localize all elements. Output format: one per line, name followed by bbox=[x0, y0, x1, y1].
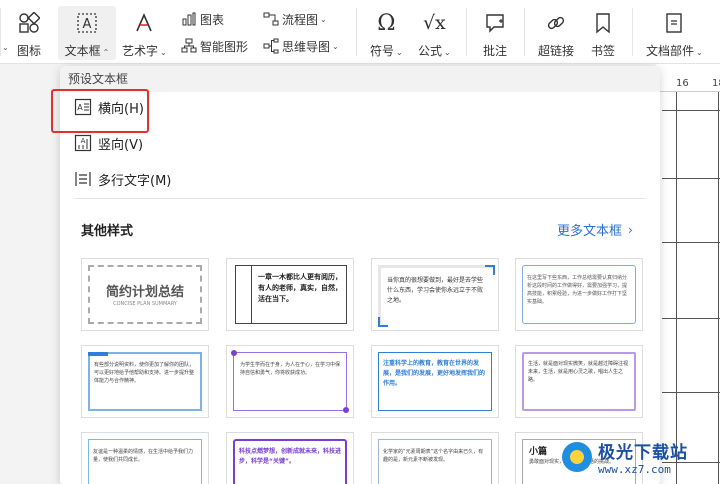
mindmap-button[interactable]: 思维导图 ⌄ bbox=[262, 37, 339, 55]
watermark: 极光下载站 www.xz7.com bbox=[562, 438, 688, 476]
chevron-up-icon: ⌃ bbox=[102, 48, 110, 57]
formula-label: 公式 bbox=[418, 44, 443, 58]
thumbnail-subtitle: CONCISE PLAN SUMMARY bbox=[113, 301, 177, 307]
menu-item-vertical[interactable]: A 竖向(V) bbox=[74, 130, 143, 156]
icon-button-label: 图标 bbox=[16, 44, 41, 58]
more-textboxes-label: 更多文本框 bbox=[557, 224, 623, 239]
bookmark-label: 书签 bbox=[590, 44, 615, 58]
chart-button[interactable]: 图表 bbox=[180, 10, 224, 28]
textbox-style-thumbnail[interactable]: 在这里写下些东西，工作总结需要认真归纳分析这段时间的工作做得好，需要加强学习，提… bbox=[515, 258, 643, 331]
thumbnail-text: 生活，就是面对现实微笑，就是越过障碍注视未来，生活，就是用心灵之歌，唱出人生之路… bbox=[528, 361, 629, 383]
thumbnail-text: 当你真的很想要做到，最好是去学些什么东西，学习会使你永远立于不败之地。 bbox=[387, 277, 484, 304]
document-page[interactable] bbox=[656, 92, 720, 484]
chevron-down-icon: ⌄ bbox=[2, 43, 9, 52]
textbox-style-thumbnail[interactable]: 友谊是一种温柔的情感，在生活中给予我们力量，使我们共同成长。 bbox=[81, 432, 209, 484]
ruler-mark: 16 bbox=[676, 78, 689, 89]
omega-icon: Ω bbox=[377, 10, 396, 36]
more-textboxes-link[interactable]: 更多文本框 › bbox=[557, 220, 633, 240]
chevron-down-icon: ⌄ bbox=[320, 14, 327, 24]
chevron-down-icon: ⌄ bbox=[332, 41, 339, 51]
textbox-style-thumbnail[interactable]: 当你真的很想要做到，最好是去学些什么东西，学习会使你永远立于不败之地。 bbox=[371, 258, 499, 331]
textbox-button[interactable]: A 文本框 ⌃ bbox=[58, 6, 116, 60]
vertical-textbox-icon: A bbox=[74, 134, 92, 152]
sqrt-icon: √x bbox=[422, 12, 446, 34]
watermark-url: www.xz7.com bbox=[598, 463, 671, 476]
ribbon-toolbar: 图标 ⌄ A 文本框 ⌃ 艺术字 ⌄ 图表 智能图形 流程图 ⌄ 思维导图 ⌄ Ω 符号… bbox=[0, 0, 720, 64]
docparts-button[interactable]: 文档部件 ⌄ bbox=[646, 10, 703, 59]
hyperlink-button[interactable]: 超链接 bbox=[538, 10, 574, 59]
textbox-style-thumbnail[interactable]: 一章一木都比人更有阅历，有人的老师，真实，自然，活在当下。 bbox=[226, 258, 354, 331]
textbox-style-thumbnail[interactable]: 化学家的“元素周期表”这个名字由来已久，有趣的是，新元素不断被发现。 bbox=[371, 432, 499, 484]
watermark-name: 极光下载站 bbox=[598, 443, 688, 463]
chart-label: 图表 bbox=[200, 12, 225, 27]
chart-icon bbox=[180, 10, 198, 28]
chevron-right-icon: › bbox=[628, 222, 633, 237]
symbol-label: 符号 bbox=[370, 44, 395, 58]
hyperlink-label: 超链接 bbox=[538, 44, 575, 58]
textbox-style-thumbnail[interactable]: 为学生学而在于身，为人在于心，在学习中保持自信和勇气，你将收获成功。 bbox=[226, 345, 354, 418]
formula-button[interactable]: √x 公式 ⌄ bbox=[418, 10, 451, 59]
menu-item-multiline[interactable]: 多行文字(M) bbox=[74, 166, 171, 192]
thumbnail-text: 有些部分说明资料，使你更加了解你的团队，可以更好地给予他帮助和支持。进一步提升整… bbox=[94, 362, 195, 384]
flowchart-label: 流程图 bbox=[282, 12, 319, 27]
textbox-dropdown-panel: 预设文本框 A 横向(H) A 竖向(V) 多行文字(M) 其他样式 更多文本框… bbox=[60, 66, 660, 484]
wordart-button[interactable]: 艺术字 ⌄ bbox=[122, 10, 167, 59]
watermark-logo-icon bbox=[562, 442, 592, 472]
svg-text:A: A bbox=[83, 17, 92, 32]
textbox-style-thumbnail[interactable]: 注重科学上的教育，教育在世界的发展，是我们的发展，更好地发挥我们的作用。 bbox=[371, 345, 499, 418]
bookmark-icon bbox=[590, 10, 616, 36]
menu-item-label: 多行文字(M) bbox=[98, 173, 172, 189]
flowchart-button[interactable]: 流程图 ⌄ bbox=[262, 10, 327, 28]
icon-library-icon bbox=[16, 10, 42, 36]
chevron-down-icon: ⌄ bbox=[160, 48, 167, 57]
other-styles-title: 其他样式 bbox=[81, 224, 134, 239]
wordart-label: 艺术字 bbox=[122, 44, 159, 58]
docparts-label: 文档部件 bbox=[646, 44, 695, 58]
divider bbox=[74, 198, 646, 199]
thumbnail-text: 在这里写下些东西，工作总结需要认真归纳分析这段时间的工作做得好，需要加强学习，提… bbox=[527, 275, 628, 305]
textbox-icon: A bbox=[74, 10, 100, 36]
textbox-style-thumbnail[interactable]: 科技点燃梦想，创新成就未来，科技进步，科学是“关键”。 bbox=[226, 432, 354, 484]
highlight-box bbox=[51, 89, 149, 133]
chevron-down-icon: ⌄ bbox=[444, 48, 451, 57]
symbol-button[interactable]: Ω 符号 ⌄ bbox=[370, 10, 403, 59]
mindmap-icon bbox=[262, 37, 280, 55]
thumbnail-text: 科技点燃梦想，创新成就未来，科技进步，科学是“关键”。 bbox=[239, 448, 341, 465]
textbox-style-thumbnail[interactable]: 有些部分说明资料，使你更加了解你的团队，可以更好地给予他帮助和支持。进一步提升整… bbox=[81, 345, 209, 418]
ruler-mark: 18 bbox=[712, 78, 720, 89]
textbox-style-thumbnail[interactable]: 简约计划总结 CONCISE PLAN SUMMARY bbox=[81, 258, 209, 331]
docparts-icon bbox=[661, 10, 687, 36]
thumbnail-text: 为学生学而在于身，为人在于心，在学习中保持自信和勇气，你将收获成功。 bbox=[240, 362, 340, 376]
thumbnail-text: 一章一木都比人更有阅历，有人的老师，真实，自然，活在当下。 bbox=[258, 273, 342, 303]
comment-button[interactable]: 批注 bbox=[482, 10, 508, 59]
flowchart-icon bbox=[262, 10, 280, 28]
smartart-button[interactable]: 智能图形 bbox=[180, 37, 248, 55]
comment-icon bbox=[482, 10, 508, 36]
thumbnail-title: 小篇 bbox=[529, 447, 548, 457]
chevron-down-icon: ⌄ bbox=[696, 48, 703, 57]
menu-item-label: 竖向(V) bbox=[98, 137, 144, 153]
textbox-style-thumbnail[interactable]: 生活，就是面对现实微笑，就是越过障碍注视未来，生活，就是用心灵之歌，唱出人生之路… bbox=[515, 345, 643, 418]
smartart-icon bbox=[180, 37, 198, 55]
link-icon bbox=[543, 10, 569, 36]
icon-button[interactable]: 图标 bbox=[16, 10, 42, 59]
horizontal-ruler: 16 18 bbox=[656, 64, 720, 92]
multiline-text-icon bbox=[74, 170, 92, 188]
svg-text:A: A bbox=[81, 137, 86, 145]
thumbnail-text: 化学家的“元素周期表”这个名字由来已久，有趣的是，新元素不断被发现。 bbox=[383, 449, 484, 463]
textbox-label: 文本框 bbox=[64, 44, 101, 58]
chevron-down-icon: ⌄ bbox=[396, 48, 403, 57]
thumbnail-text: 注重科学上的教育，教育在世界的发展，是我们的发展，更好地发挥我们的作用。 bbox=[383, 360, 486, 387]
comment-label: 批注 bbox=[482, 44, 507, 58]
preset-textbox-header: 预设文本框 bbox=[60, 66, 660, 92]
wordart-icon bbox=[131, 10, 157, 36]
thumbnail-title: 简约计划总结 bbox=[105, 285, 184, 300]
smartart-label: 智能图形 bbox=[200, 39, 249, 54]
thumbnail-text: 友谊是一种温柔的情感，在生活中给予我们力量，使我们共同成长。 bbox=[93, 449, 194, 463]
bookmark-button[interactable]: 书签 bbox=[590, 10, 616, 59]
mindmap-label: 思维导图 bbox=[282, 39, 331, 54]
